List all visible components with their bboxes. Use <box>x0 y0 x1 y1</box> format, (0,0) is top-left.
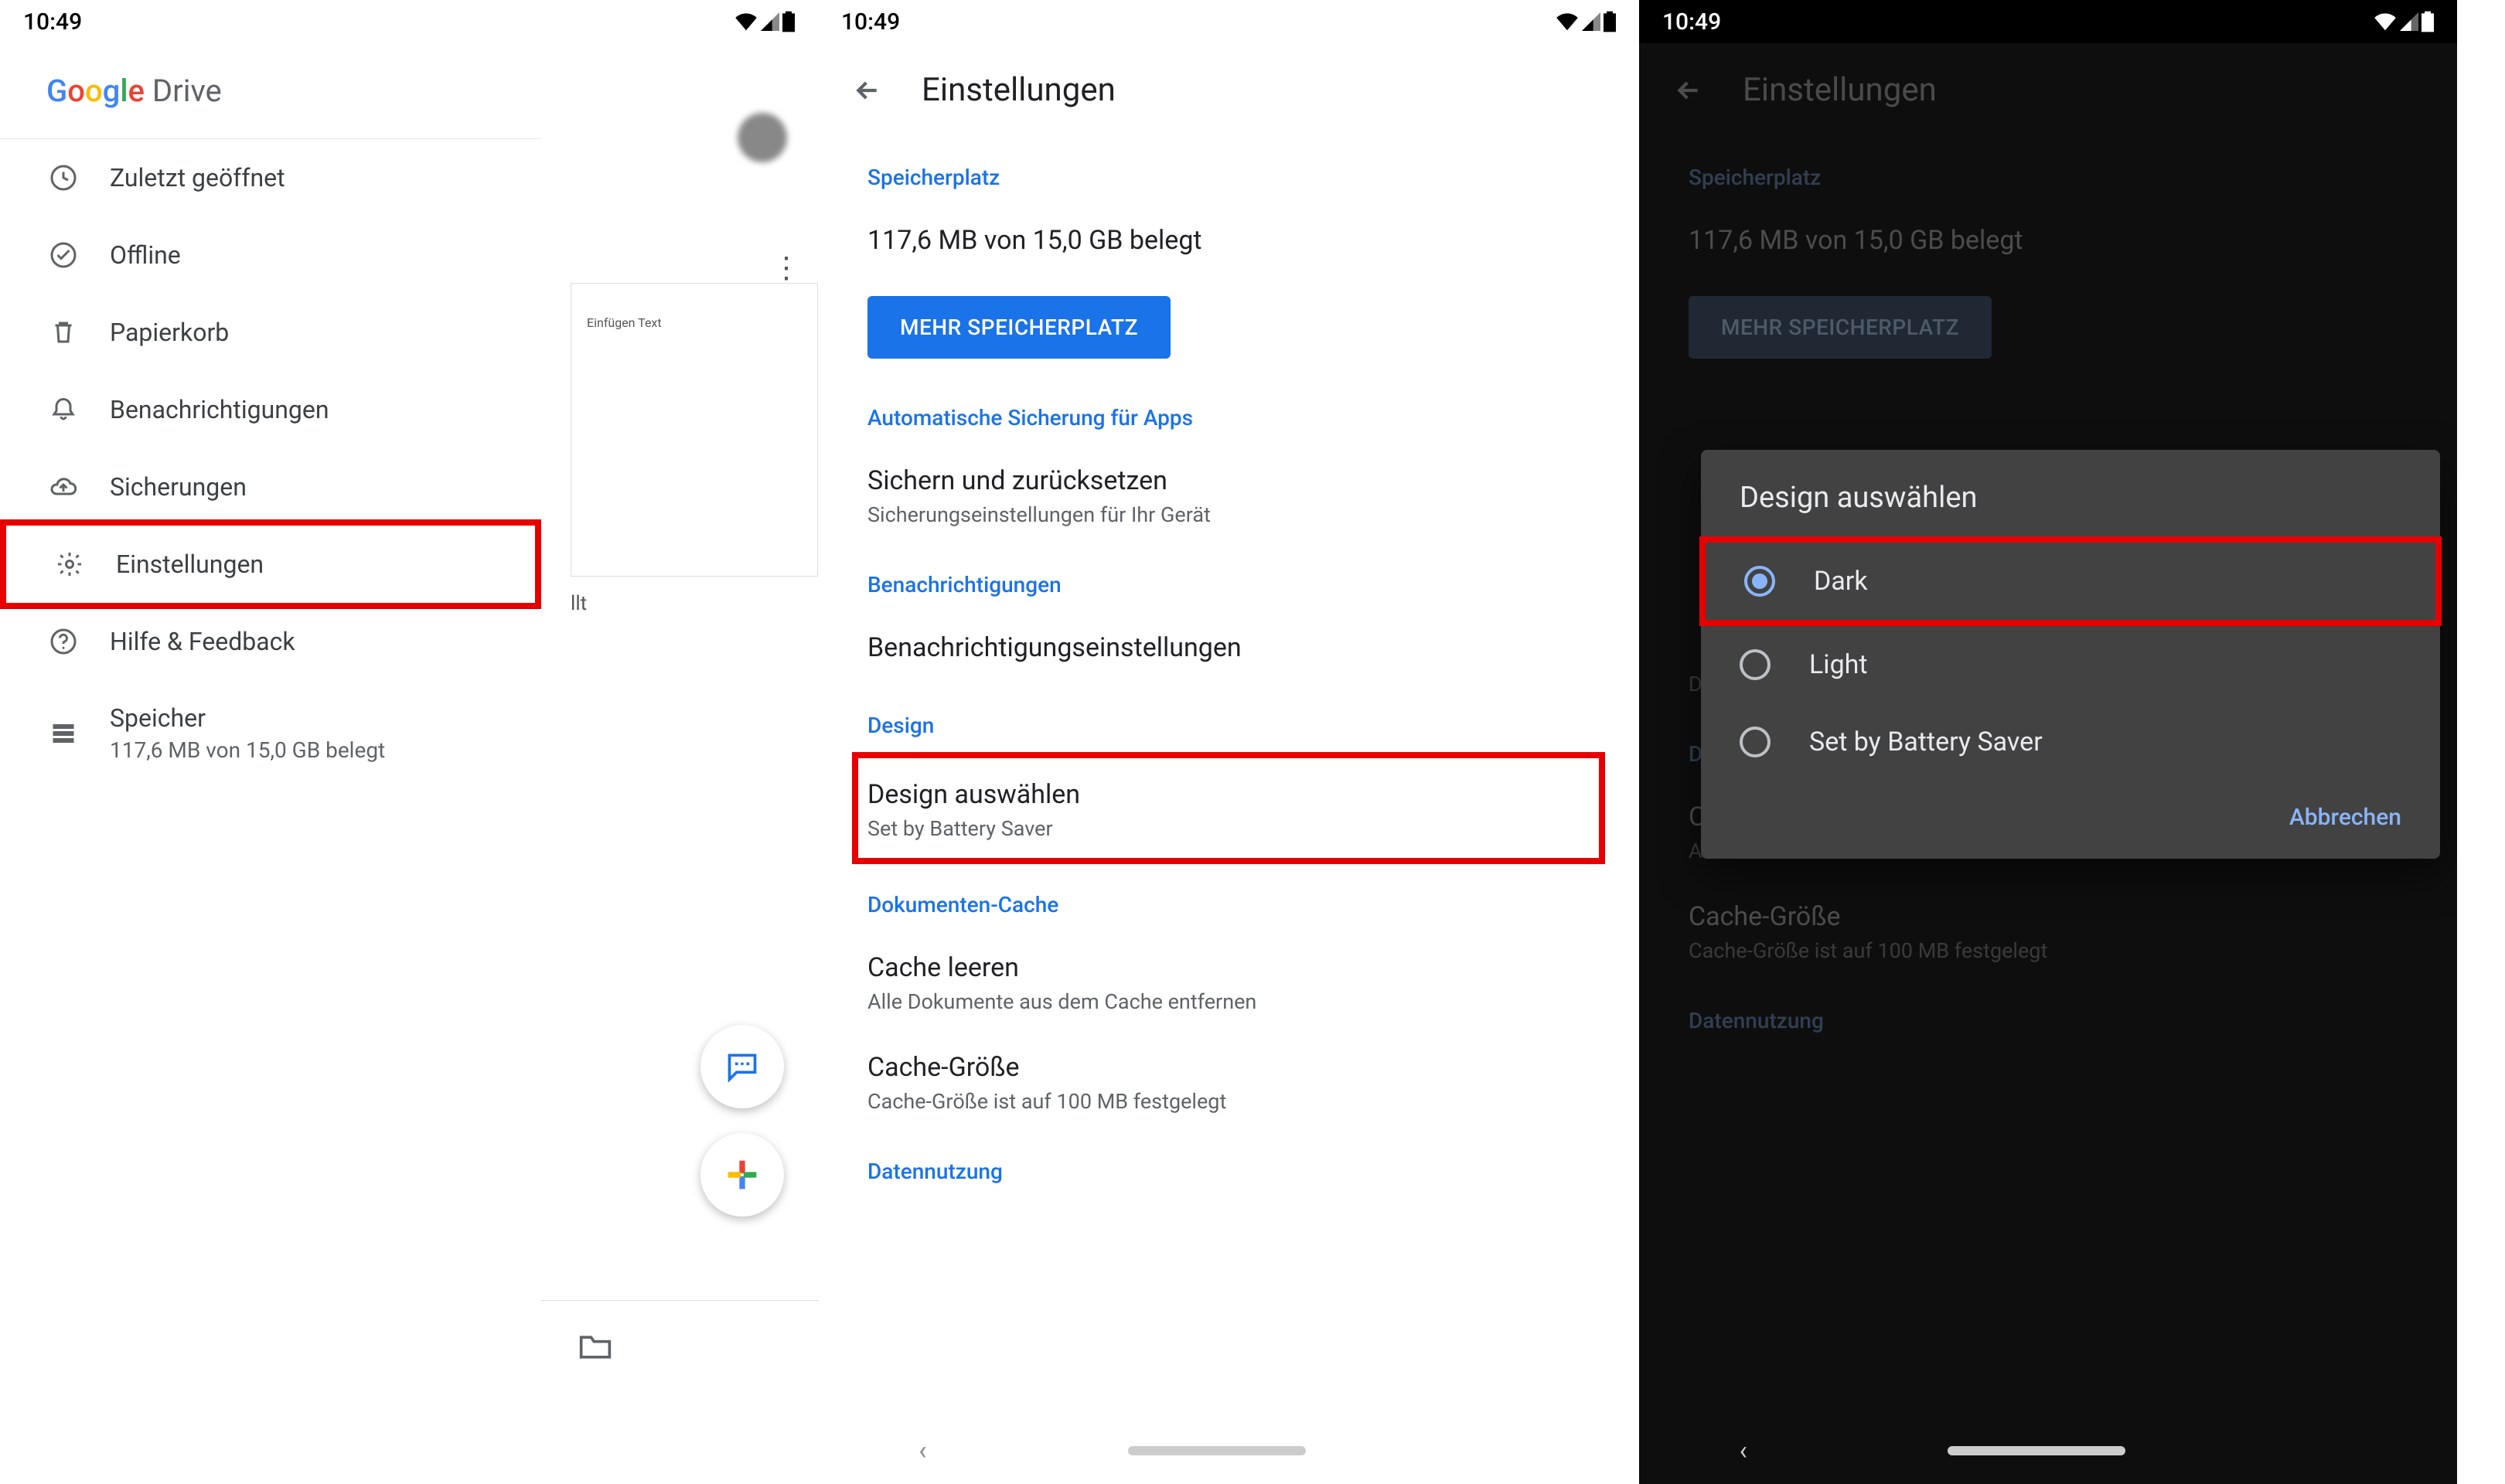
nav-pill[interactable] <box>1128 1446 1306 1455</box>
drawer-label: Zuletzt geöffnet <box>110 163 285 192</box>
signal-icon <box>2400 12 2418 31</box>
battery-icon <box>1604 11 1616 32</box>
new-fab[interactable] <box>700 1133 784 1217</box>
nav-drawer: Google Drive Zuletzt geöffnet Offline Pa… <box>0 43 541 1484</box>
chat-icon <box>725 1050 759 1084</box>
app-bar: Einstellungen <box>818 43 1639 137</box>
status-icons <box>2374 11 2434 32</box>
drawer-label: Offline <box>110 240 181 270</box>
signal-icon <box>761 12 779 31</box>
radio-label: Light <box>1809 649 1868 680</box>
drawer-label: Einstellungen <box>116 550 264 579</box>
status-bar: 10:49 <box>818 0 1639 43</box>
wifi-icon <box>2374 12 2397 31</box>
radio-label: Dark <box>1814 566 1868 597</box>
drawer-label: Papierkorb <box>110 318 229 347</box>
signal-icon <box>1582 12 1600 31</box>
status-bar: 10:49 <box>0 0 818 43</box>
drawer-label: Hilfe & Feedback <box>110 627 295 656</box>
bottom-bar[interactable] <box>541 1300 818 1393</box>
drawer-label: Benachrichtigungen <box>110 395 329 424</box>
status-bar: 10:49 <box>1639 0 2457 43</box>
battery-icon <box>782 11 795 32</box>
clock-text: 10:49 <box>1662 9 1721 36</box>
storage-icon <box>48 718 79 749</box>
document-preview[interactable]: Einfügen Text <box>571 283 818 577</box>
avatar[interactable] <box>738 113 787 162</box>
more-storage-button[interactable]: MEHR SPEICHERPLATZ <box>867 296 1171 359</box>
cancel-button[interactable]: Abbrechen <box>2289 804 2401 831</box>
status-icons <box>734 11 795 32</box>
radio-label: Set by Battery Saver <box>1809 727 2043 757</box>
back-icon[interactable] <box>852 75 883 106</box>
help-icon <box>48 626 79 657</box>
cache-size[interactable]: Cache-Größe Cache-Größe ist auf 100 MB f… <box>867 1031 1590 1131</box>
section-design: Design <box>867 685 1590 752</box>
radio-light[interactable]: Light <box>1701 626 2440 703</box>
section-storage: Speicherplatz <box>867 137 1590 204</box>
clock-icon <box>48 162 79 193</box>
drawer-settings[interactable]: Einstellungen <box>6 526 535 603</box>
section-cache: Dokumenten-Cache <box>867 864 1590 931</box>
drawer-sublabel: 117,6 MB von 15,0 GB belegt <box>110 737 385 763</box>
battery-icon <box>2422 11 2434 32</box>
drawer-label: Speicher <box>110 703 385 733</box>
drawer-offline[interactable]: Offline <box>0 216 541 294</box>
clock-text: 10:49 <box>23 9 82 36</box>
wifi-icon <box>1556 12 1579 31</box>
clock-text: 10:49 <box>841 9 900 36</box>
check-circle-icon <box>48 240 79 271</box>
backup-reset[interactable]: Sichern und zurücksetzen Sicherungseinst… <box>867 444 1590 544</box>
plus-icon <box>725 1158 759 1192</box>
radio-icon <box>1740 727 1771 757</box>
clear-cache[interactable]: Cache leeren Alle Dokumente aus dem Cach… <box>867 931 1590 1031</box>
theme-dialog: Design auswählen Dark Light Set by Batte… <box>1701 450 2440 859</box>
choose-theme[interactable]: Design auswählen Set by Battery Saver <box>867 758 1590 858</box>
drawer-backups[interactable]: Sicherungen <box>0 448 541 526</box>
cloud-up-icon <box>48 471 79 502</box>
doc-footer: llt <box>571 592 810 615</box>
wifi-icon <box>734 12 758 31</box>
nav-back-icon[interactable]: ‹ <box>1740 1435 1747 1466</box>
section-notifications: Benachrichtigungen <box>867 544 1590 611</box>
drawer-trash[interactable]: Papierkorb <box>0 294 541 371</box>
dialog-title: Design auswählen <box>1701 481 2440 536</box>
nav-pill[interactable] <box>1948 1446 2125 1455</box>
gear-icon <box>54 549 85 580</box>
trash-icon <box>48 317 79 348</box>
drawer-label: Sicherungen <box>110 472 247 502</box>
radio-icon <box>1740 649 1771 680</box>
bell-icon <box>48 394 79 425</box>
folder-icon <box>578 1330 612 1364</box>
drawer-help[interactable]: Hilfe & Feedback <box>0 603 541 680</box>
system-nav: ‹ <box>1639 1418 2457 1484</box>
system-nav: ‹ <box>818 1418 1639 1484</box>
nav-back-icon[interactable]: ‹ <box>918 1435 926 1466</box>
section-data: Datennutzung <box>867 1131 1590 1198</box>
app-logo: Google Drive <box>0 43 541 139</box>
radio-battery[interactable]: Set by Battery Saver <box>1701 703 2440 781</box>
drawer-recent[interactable]: Zuletzt geöffnet <box>0 139 541 216</box>
radio-icon <box>1744 566 1775 597</box>
drawer-storage[interactable]: Speicher 117,6 MB von 15,0 GB belegt <box>0 680 541 786</box>
page-title: Einstellungen <box>922 71 1116 109</box>
notification-settings[interactable]: Benachrichtigungseinstellungen <box>867 611 1590 685</box>
section-backup: Automatische Sicherung für Apps <box>867 377 1590 444</box>
storage-usage: 117,6 MB von 15,0 GB belegt <box>867 204 1590 277</box>
more-icon[interactable]: ⋮ <box>772 250 801 285</box>
chat-fab[interactable] <box>700 1025 784 1108</box>
drawer-notifications[interactable]: Benachrichtigungen <box>0 371 541 448</box>
status-icons <box>1556 11 1616 32</box>
radio-dark[interactable]: Dark <box>1706 543 2435 620</box>
